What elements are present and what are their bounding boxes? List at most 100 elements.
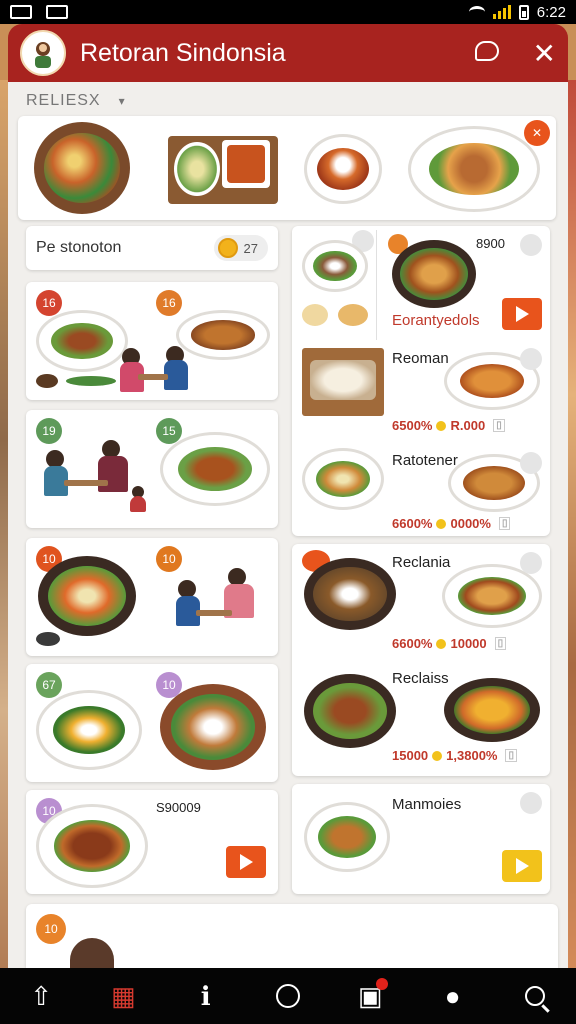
restaurant-card[interactable]: Reclania 6600% 10000 ▯ Reclaiss 15000 1,…	[292, 544, 550, 776]
price-primary: 6600%	[392, 516, 433, 531]
coin-icon	[217, 238, 238, 258]
search-bar[interactable]: Pe stonoton 27	[26, 226, 278, 270]
signal-icon	[492, 5, 511, 19]
diners-illustration	[40, 440, 150, 520]
section-dropdown[interactable]: RELIESX ▾	[26, 92, 126, 110]
price-secondary: 10000	[450, 636, 487, 651]
dish-image	[160, 684, 266, 770]
divider	[376, 230, 377, 340]
status-bar: 6:22	[0, 0, 576, 24]
notification-icon	[10, 5, 32, 19]
section-label: RELIESX	[26, 92, 101, 109]
dish-image	[38, 556, 136, 636]
menu-card[interactable]: 10 S90009	[26, 790, 278, 894]
category-label[interactable]: Eorantyedols	[392, 312, 480, 329]
circle-icon	[275, 984, 300, 1008]
menu-card[interactable]: 67 10	[26, 664, 278, 782]
dish-image	[408, 126, 540, 212]
dish-image	[444, 678, 540, 742]
featured-dishes-banner[interactable]: ✕	[18, 116, 556, 220]
count-badge: 67	[36, 672, 62, 698]
dish-image	[302, 240, 368, 292]
bottom-navigation: ⇧ ▦ ℹ ▣ ●	[0, 968, 576, 1024]
nav-profile[interactable]: ●	[431, 976, 475, 1016]
main-panel: RELIESX ▾ ✕ Pe stonoton 27 16 16 19 15 1…	[8, 82, 568, 968]
diners-illustration	[170, 564, 266, 648]
nav-info[interactable]: ℹ	[184, 976, 228, 1016]
dish-title: Reclania	[392, 554, 451, 571]
dish-image	[168, 136, 278, 204]
wifi-icon	[468, 6, 485, 18]
dish-image	[160, 432, 270, 506]
image-icon	[46, 5, 68, 19]
info-badge	[520, 792, 542, 814]
menu-card[interactable]: 10 10	[26, 538, 278, 656]
play-button[interactable]	[502, 298, 542, 330]
dish-image	[302, 348, 384, 416]
price-secondary: 1,3800%	[446, 748, 498, 763]
dish-image	[442, 564, 542, 628]
card-title: S90009	[156, 800, 201, 815]
price-row: 15000 1,3800% ▯	[392, 748, 517, 763]
tag-icon: ▯	[498, 517, 511, 530]
nav-center[interactable]	[266, 976, 310, 1016]
price-row: 6600% 0000% ▯	[392, 516, 511, 531]
search-icon	[524, 986, 545, 1006]
menu-card[interactable]: 19 15	[26, 410, 278, 528]
price-secondary: R.000	[450, 418, 486, 433]
nav-restaurant[interactable]: ▦	[101, 976, 145, 1016]
status-time: 6:22	[536, 3, 566, 21]
side-dish	[338, 304, 368, 326]
nav-notifications[interactable]: ▣	[348, 976, 392, 1016]
info-icon: ℹ	[200, 980, 211, 1011]
restaurant-logo[interactable]	[20, 30, 66, 76]
price-row: 6500% R.000 ▯	[392, 418, 505, 433]
dish-image	[392, 240, 476, 308]
store-icon: ▦	[111, 980, 136, 1011]
leaf-garnish	[66, 376, 116, 386]
price-primary: 15000	[392, 748, 429, 763]
dish-image	[36, 804, 148, 888]
close-icon[interactable]: ✕	[533, 37, 556, 70]
dish-title: Ratotener	[392, 452, 458, 469]
profile-icon: ●	[444, 980, 461, 1011]
play-button[interactable]	[226, 846, 266, 878]
menu-card[interactable]: 16 16	[26, 282, 278, 400]
coin-icon	[436, 420, 447, 431]
dish-image	[304, 674, 396, 748]
tag-icon: ▯	[494, 637, 507, 650]
search-text: Pe stonoton	[36, 239, 122, 256]
app-header: Retoran Sindonsia ✕	[8, 24, 568, 82]
nav-search[interactable]	[513, 976, 557, 1016]
price-primary: 6600%	[392, 636, 433, 651]
coin-chip[interactable]: 27	[213, 235, 268, 261]
dish-title: Reoman	[392, 350, 449, 367]
coin-value: 27	[243, 240, 258, 256]
dish-image	[302, 448, 384, 510]
dish-image	[304, 134, 382, 204]
play-button[interactable]	[502, 850, 542, 882]
nav-home[interactable]: ⇧	[19, 976, 63, 1016]
coin-icon	[436, 638, 447, 649]
side-dish	[36, 374, 58, 388]
chevron-down-icon: ▾	[118, 94, 126, 108]
info-badge	[520, 234, 542, 256]
dish-title: Reclaiss	[392, 670, 449, 687]
dish-image	[304, 802, 390, 872]
chat-icon[interactable]	[474, 40, 499, 61]
side-dish	[302, 304, 328, 326]
info-badge	[520, 452, 542, 474]
menu-card[interactable]: 10	[26, 904, 558, 968]
price-row: 6600% 10000 ▯	[392, 636, 507, 651]
dish-image	[34, 122, 130, 214]
battery-icon	[518, 4, 529, 20]
count-badge: 10	[36, 914, 66, 944]
restaurant-card[interactable]: 8900 Eorantyedols Reoman 6500% R.000 ▯ R…	[292, 226, 550, 536]
close-icon[interactable]: ✕	[524, 120, 550, 146]
app-title: Retoran Sindonsia	[80, 38, 286, 67]
info-badge	[520, 348, 542, 370]
dish-image	[70, 938, 114, 968]
home-icon: ⇧	[30, 980, 53, 1011]
restaurant-card[interactable]: Manmoies	[292, 784, 550, 894]
dish-image	[36, 310, 128, 372]
